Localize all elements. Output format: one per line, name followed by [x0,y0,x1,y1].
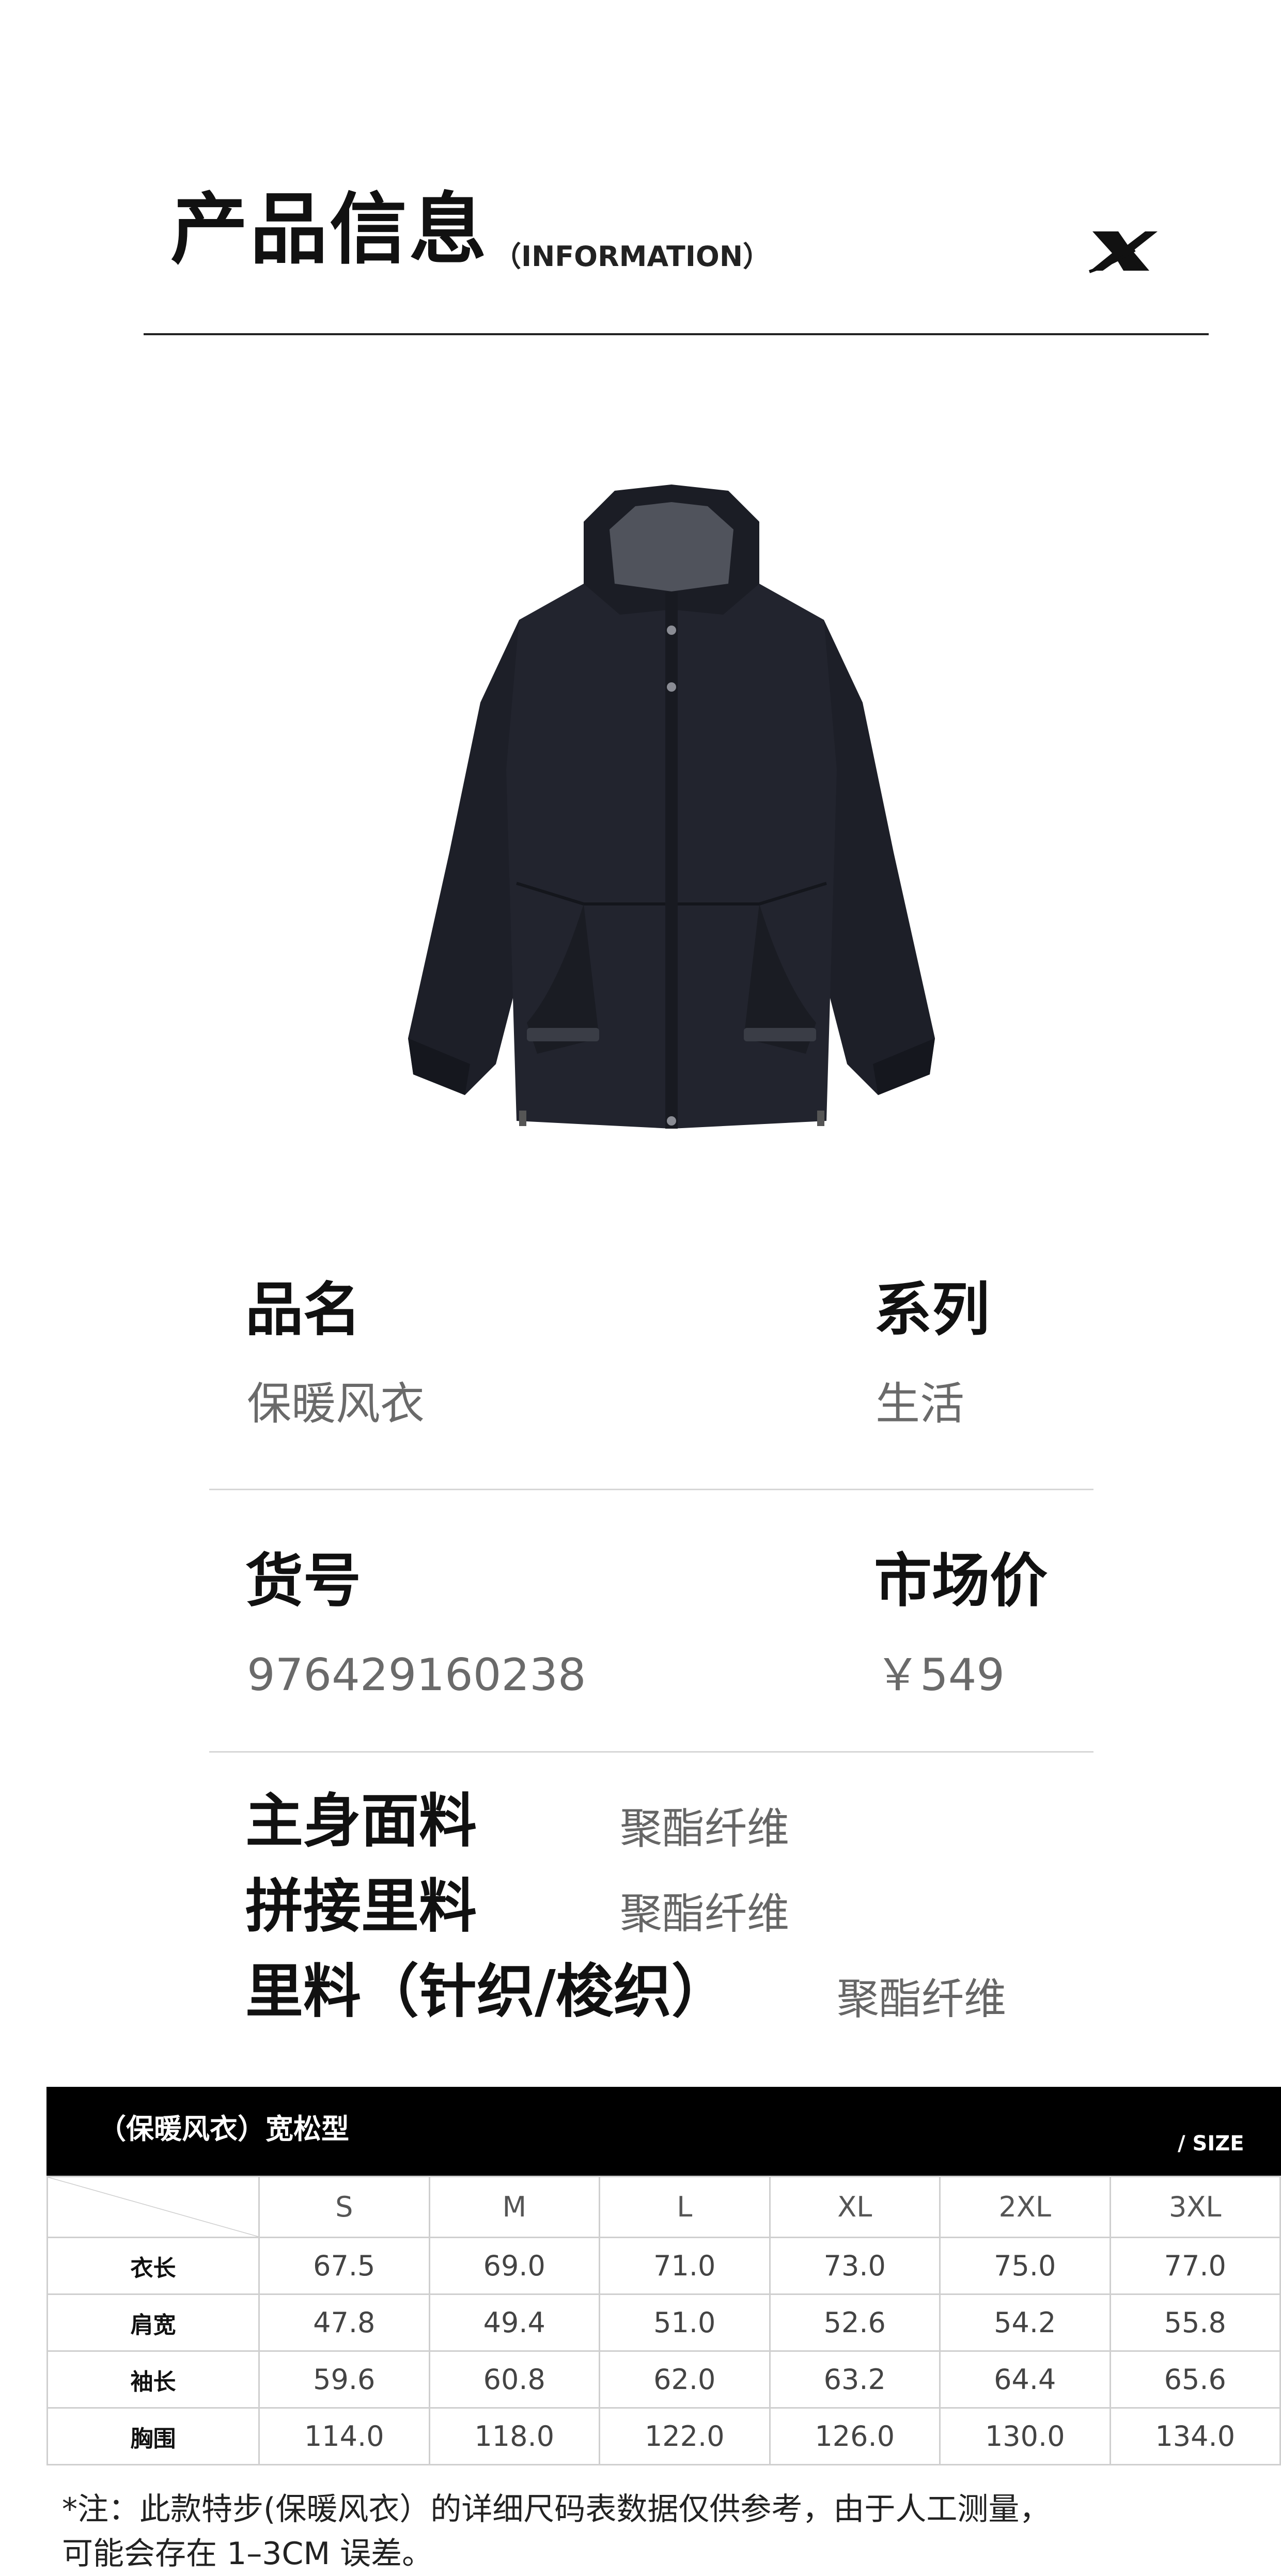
size-table-unit: / SIZE [1178,2132,1244,2156]
table-cell: 122.0 [599,2407,771,2465]
price-label: 市场价 [874,1548,1048,1615]
sku-value: 976429160238 [247,1649,586,1701]
size-table-title: （保暖风衣）宽松型 [98,2113,349,2145]
size-column-header: L [599,2176,771,2238]
table-cell: 47.8 [258,2293,430,2352]
size-table: S M L XL 2XL 3XL 衣长 67.5 69.0 71.0 73.0 … [46,2176,1281,2465]
table-cell: 60.8 [428,2350,600,2409]
material-value: 聚酯纤维 [620,1890,790,1939]
size-column-header: S [258,2176,430,2238]
product-name-value: 保暖风衣 [247,1378,425,1430]
table-cell: 63.2 [769,2350,941,2409]
note-line: *注：此款特步(保暖风衣）的详细尺码表数据仅供参考，由于人工测量， [62,2491,1051,2527]
series-value: 生活 [876,1378,964,1430]
page-subtitle: （INFORMATION） [493,240,771,273]
size-table-header: （保暖风衣）宽松型 / SIZE [46,2087,1281,2176]
table-cell: 77.0 [1109,2237,1281,2295]
table-cell: 75.0 [939,2237,1111,2295]
series-label: 系列 [874,1276,990,1344]
size-column-header: M [428,2176,600,2238]
page-title: 产品信息 [170,185,489,275]
header-divider [144,333,1209,335]
info-divider [209,1751,1093,1753]
table-cell: 65.6 [1109,2350,1281,2409]
row-label: 袖长 [46,2350,260,2409]
table-row: 胸围 114.0 118.0 122.0 126.0 130.0 134.0 [46,2407,1281,2465]
material-value: 聚酯纤维 [837,1975,1007,2024]
table-cell: 59.6 [258,2350,430,2409]
table-cell: 114.0 [258,2407,430,2465]
material-label: 拼接里料 [245,1873,477,1940]
table-cell: 52.6 [769,2293,941,2352]
table-cell: 55.8 [1109,2293,1281,2352]
xtep-x-logo-icon [1089,231,1158,273]
note-line: 可能会存在 1–3CM 误差。 [62,2536,433,2572]
table-cell: 62.0 [599,2350,771,2409]
table-cell: 64.4 [939,2350,1111,2409]
product-name-label: 品名 [245,1276,361,1344]
table-corner-cell [46,2176,260,2238]
size-column-header: 3XL [1109,2176,1281,2238]
price-value: ￥549 [876,1649,1005,1701]
table-cell: 134.0 [1109,2407,1281,2465]
row-label: 衣长 [46,2237,260,2295]
size-header-row: S M L XL 2XL 3XL [46,2176,1281,2238]
size-note: *注：此款特步(保暖风衣）的详细尺码表数据仅供参考，由于人工测量， 可能会存在 … [62,2487,1250,2576]
table-cell: 118.0 [428,2407,600,2465]
table-cell: 73.0 [769,2237,941,2295]
hooded-jacket-image [408,485,935,1129]
info-divider [209,1489,1093,1490]
size-column-header: XL [769,2176,941,2238]
table-cell: 130.0 [939,2407,1111,2465]
table-cell: 71.0 [599,2237,771,2295]
material-label: 主身面料 [245,1788,477,1855]
table-row: 肩宽 47.8 49.4 51.0 52.6 54.2 55.8 [46,2293,1281,2352]
table-row: 衣长 67.5 69.0 71.0 73.0 75.0 77.0 [46,2237,1281,2295]
table-cell: 126.0 [769,2407,941,2465]
size-column-header: 2XL [939,2176,1111,2238]
material-value: 聚酯纤维 [620,1804,790,1853]
row-label: 胸围 [46,2407,260,2465]
table-cell: 51.0 [599,2293,771,2352]
table-cell: 49.4 [428,2293,600,2352]
row-label: 肩宽 [46,2293,260,2352]
sku-label: 货号 [245,1548,361,1615]
material-label: 里料（针织/梭织） [245,1958,729,2025]
table-cell: 67.5 [258,2237,430,2295]
table-row: 袖长 59.6 60.8 62.0 63.2 64.4 65.6 [46,2350,1281,2409]
table-cell: 69.0 [428,2237,600,2295]
table-cell: 54.2 [939,2293,1111,2352]
